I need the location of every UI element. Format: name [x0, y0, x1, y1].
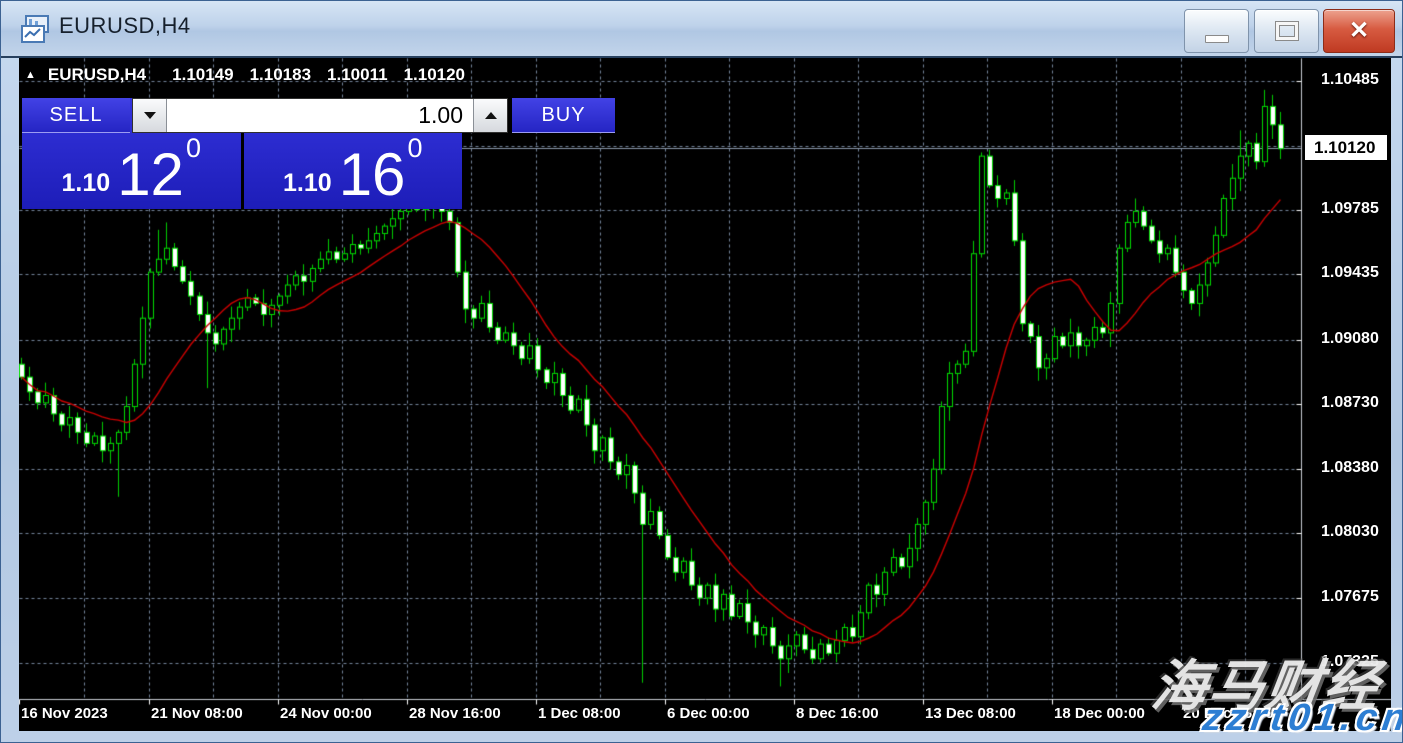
price-axis-label: 1.10485	[1321, 71, 1379, 89]
sell-price-pips: 12	[117, 150, 184, 199]
volume-decrease-button[interactable]	[133, 99, 167, 132]
sell-quote-panel[interactable]: 1.10 12 0	[22, 133, 241, 209]
volume-input[interactable]	[167, 99, 473, 132]
time-axis-label: 21 Nov 08:00	[151, 705, 243, 722]
chart-symbol-label: EURUSD,H4	[48, 65, 146, 85]
volume-control	[132, 98, 508, 133]
arrow-down-icon	[144, 112, 156, 119]
time-axis-label: 18 Dec 00:00	[1054, 705, 1145, 722]
price-axis-label: 1.08380	[1321, 459, 1379, 477]
window-titlebar: EURUSD,H4 ✕	[1, 1, 1403, 58]
ohlc-open: 1.10149	[172, 65, 233, 85]
price-axis-label: 1.07675	[1321, 588, 1379, 606]
ohlc-high: 1.10183	[250, 65, 311, 85]
buy-price-big: 1.10	[283, 171, 332, 196]
volume-increase-button[interactable]	[473, 99, 507, 132]
close-icon: ✕	[1349, 19, 1369, 43]
price-axis-label: 1.09435	[1321, 264, 1379, 282]
minimize-icon	[1205, 35, 1229, 43]
buy-price-point: 0	[407, 135, 422, 162]
ohlc-low: 1.10011	[327, 65, 388, 85]
buy-price-pips: 16	[339, 150, 406, 199]
restore-icon	[1276, 22, 1298, 40]
buy-quote-panel[interactable]: 1.10 16 0	[244, 133, 463, 209]
time-axis-label: 16 Nov 2023	[21, 705, 108, 722]
time-axis-label: 8 Dec 16:00	[796, 705, 879, 722]
chart-area: ▲ EURUSD,H4 1.10149 1.10183 1.10011 1.10…	[19, 58, 1391, 731]
time-axis-label: 1 Dec 08:00	[538, 705, 621, 722]
minimize-button[interactable]	[1184, 9, 1249, 53]
current-price-tag: 1.10120	[1305, 135, 1387, 160]
time-axis-label: 28 Nov 16:00	[409, 705, 501, 722]
price-axis-label: 1.07325	[1321, 653, 1379, 671]
mt4-chart-window: EURUSD,H4 ✕ ▲ EURUSD,H4 1.10149 1.10183 …	[0, 0, 1403, 743]
sell-price-big: 1.10	[62, 171, 111, 196]
one-click-collapse-icon[interactable]: ▲	[25, 69, 36, 81]
price-axis-label: 1.09080	[1321, 330, 1379, 348]
arrow-up-icon	[485, 112, 497, 119]
sell-price-point: 0	[186, 135, 201, 162]
price-axis-label: 1.08730	[1321, 394, 1379, 412]
ohlc-close: 1.10120	[404, 65, 465, 85]
price-axis-label: 1.09785	[1321, 200, 1379, 218]
time-axis-label: 6 Dec 00:00	[667, 705, 750, 722]
time-axis-label: 20 Dec 16:00	[1183, 705, 1274, 722]
buy-button[interactable]: BUY	[512, 98, 615, 133]
chart-ohlc-header: ▲ EURUSD,H4 1.10149 1.10183 1.10011 1.10…	[25, 64, 481, 86]
price-axis-label: 1.08030	[1321, 523, 1379, 541]
chart-window-icon	[21, 15, 51, 43]
window-title: EURUSD,H4	[59, 13, 191, 39]
time-axis-label: 24 Nov 00:00	[280, 705, 372, 722]
one-click-trading-panel: SELL BUY 1.10 12 0	[22, 98, 462, 209]
close-button[interactable]: ✕	[1323, 9, 1395, 53]
sell-button[interactable]: SELL	[22, 98, 130, 133]
restore-button[interactable]	[1254, 9, 1319, 53]
time-axis-label: 13 Dec 08:00	[925, 705, 1016, 722]
